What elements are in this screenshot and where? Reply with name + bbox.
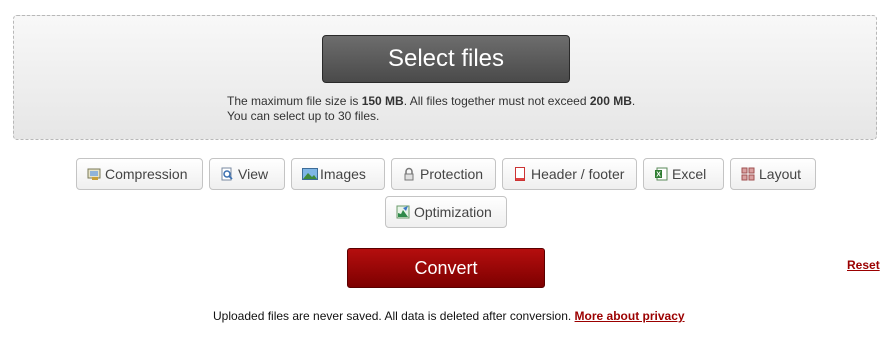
layout-button[interactable]: Layout (730, 158, 816, 190)
compression-button[interactable]: Compression (76, 158, 203, 190)
upload-limits-text: The maximum file size is 150 MB. All fil… (227, 94, 847, 124)
header-footer-icon (513, 167, 527, 181)
excel-icon: X (654, 167, 668, 181)
layout-icon (741, 167, 755, 181)
header-footer-label: Header / footer (531, 166, 625, 182)
excel-label: Excel (672, 166, 707, 182)
protection-label: Protection (420, 166, 484, 182)
images-label: Images (320, 166, 366, 182)
view-icon (220, 167, 234, 181)
limit-middle: . All files together must not exceed (403, 94, 590, 108)
limit-suffix: . (631, 94, 636, 108)
layout-label: Layout (759, 166, 802, 182)
images-button[interactable]: Images (291, 158, 385, 190)
file-drop-zone[interactable]: Select files The maximum file size is 15… (13, 15, 877, 140)
optimization-label: Optimization (414, 204, 492, 220)
convert-button[interactable]: Convert (347, 248, 545, 288)
max-files-line: You can select up to 30 files. (227, 109, 380, 123)
view-button[interactable]: View (209, 158, 285, 190)
file-size-limit-line: The maximum file size is 150 MB. All fil… (227, 94, 847, 109)
compression-label: Compression (105, 166, 188, 182)
excel-button[interactable]: X Excel (643, 158, 724, 190)
images-icon (302, 167, 318, 181)
max-total-size: 200 MB (589, 94, 632, 108)
select-files-button[interactable]: Select files (322, 35, 570, 83)
protection-button[interactable]: Protection (391, 158, 496, 190)
privacy-notice-text: Uploaded files are never saved. All data… (213, 309, 575, 323)
optimization-button[interactable]: Optimization (385, 196, 507, 228)
header-footer-button[interactable]: Header / footer (502, 158, 637, 190)
view-label: View (238, 166, 269, 182)
compression-icon (87, 167, 101, 181)
privacy-link[interactable]: More about privacy (575, 309, 685, 323)
optimization-icon (396, 205, 410, 219)
limit-prefix: The maximum file size is (227, 94, 362, 108)
svg-text:X: X (656, 172, 661, 179)
reset-link[interactable]: Reset (847, 258, 880, 272)
privacy-notice: Uploaded files are never saved. All data… (213, 309, 685, 323)
max-file-size: 150 MB (361, 94, 404, 108)
lock-icon (402, 167, 416, 181)
